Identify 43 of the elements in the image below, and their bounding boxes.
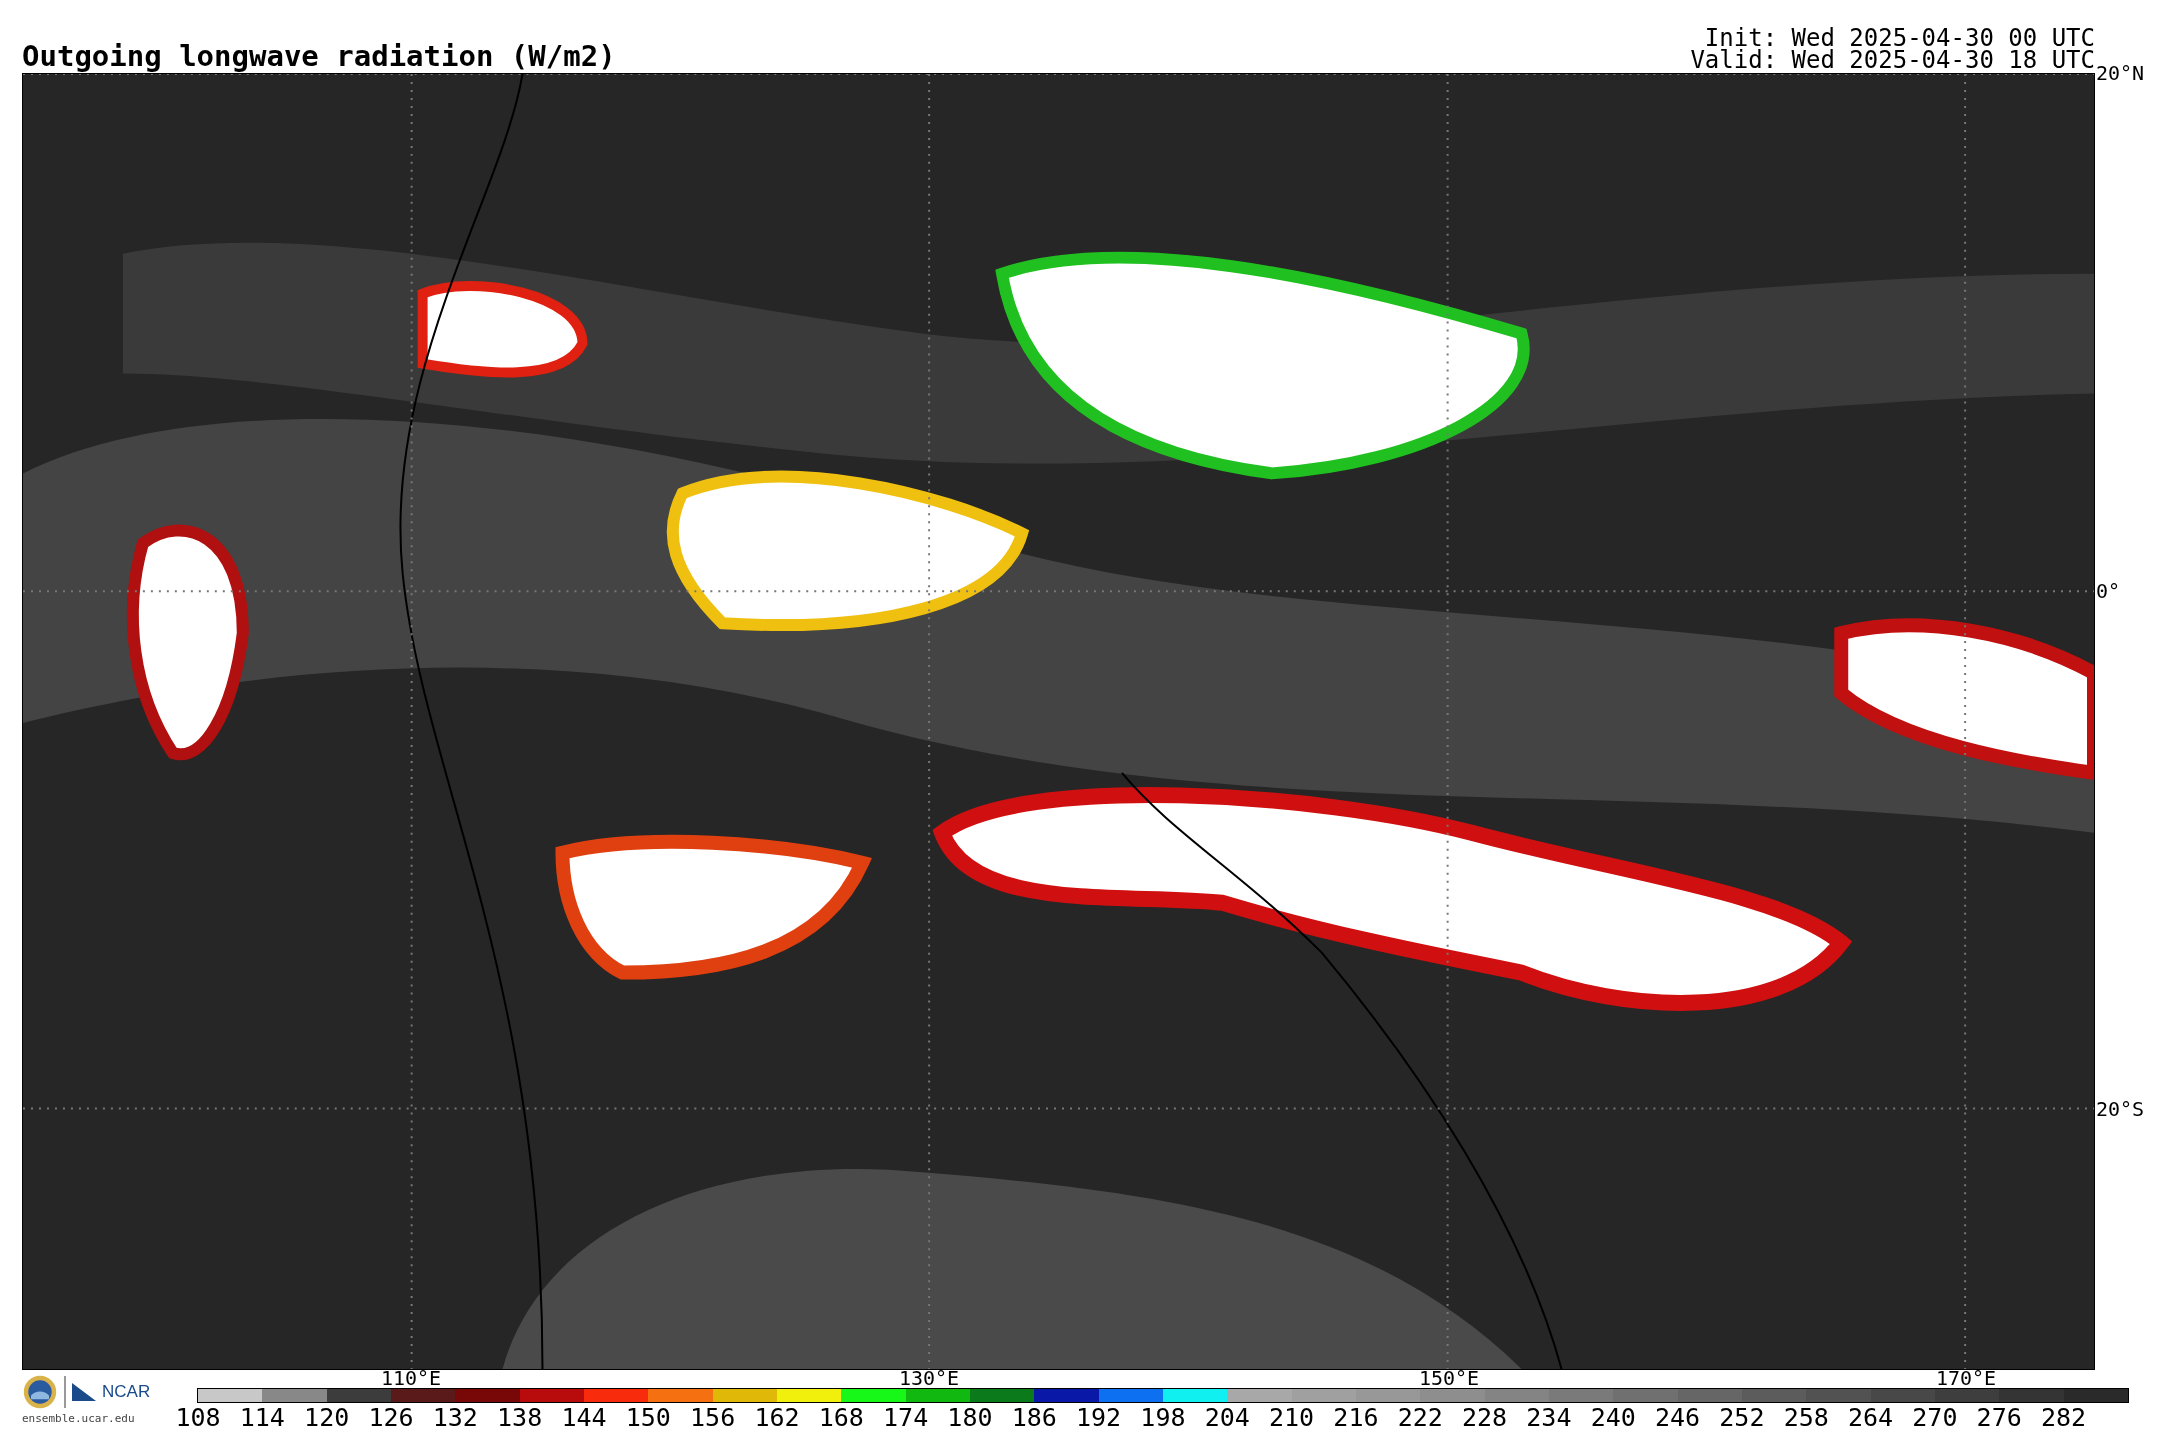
latitude-label: 0° xyxy=(2096,579,2121,603)
ncar-logo-icon xyxy=(72,1383,96,1401)
logo-text: NCAR xyxy=(102,1382,151,1402)
colorbar-tick-label: 186 xyxy=(1011,1404,1057,1432)
init-time: Init: Wed 2025-04-30 00 UTC xyxy=(1704,27,2095,49)
colorbar-tick-label: 162 xyxy=(754,1404,800,1432)
colorbar-tick-label: 252 xyxy=(1719,1404,1765,1432)
latitude-label: 20°S xyxy=(2096,1097,2145,1121)
colorbar-tick-label: 210 xyxy=(1269,1404,1315,1432)
colorbar-tick-label: 228 xyxy=(1462,1404,1508,1432)
seal-icon xyxy=(22,1374,58,1410)
longitude-label: 170°E xyxy=(1935,1368,1997,1388)
colorbar-tick-label: 114 xyxy=(239,1404,285,1432)
colorbar-tick-label: 264 xyxy=(1847,1404,1894,1432)
colorbar-tick-label: 234 xyxy=(1526,1404,1572,1432)
colorbar-tick-label: 132 xyxy=(432,1404,478,1432)
longitude-label: 150°E xyxy=(1418,1368,1480,1388)
colorbar-tick-label: 180 xyxy=(947,1404,993,1432)
colorbar-tick-label: 150 xyxy=(625,1404,671,1432)
chart-title: Outgoing longwave radiation (W/m2) xyxy=(22,40,616,73)
colorbar-tick-label: 108 xyxy=(175,1404,221,1432)
colorbar-tick-label: 156 xyxy=(690,1404,736,1432)
colorbar-tick-label: 258 xyxy=(1783,1404,1829,1432)
colorbar-tick-label: 168 xyxy=(818,1404,864,1432)
colorbar-tick-label: 204 xyxy=(1204,1404,1250,1432)
colorbar-tick-label: 198 xyxy=(1140,1404,1186,1432)
colorbar-tick-label: 282 xyxy=(2040,1404,2087,1432)
colorbar-tick-label: 276 xyxy=(1976,1404,2022,1432)
colorbar-tick-label: 174 xyxy=(883,1404,929,1432)
colorbar-tick-label: 192 xyxy=(1076,1404,1122,1432)
colorbar-tick-label: 138 xyxy=(497,1404,543,1432)
valid-time: Valid: Wed 2025-04-30 18 UTC xyxy=(1690,49,2095,71)
colorbar-tick-label: 120 xyxy=(304,1404,350,1432)
latitude-label: 20°N xyxy=(2096,61,2145,85)
longitude-label: 130°E xyxy=(898,1368,960,1388)
longitude-label: 110°E xyxy=(380,1368,442,1388)
colorbar-tick-label: 126 xyxy=(368,1404,414,1432)
colorbar-tick-label: 144 xyxy=(561,1404,607,1432)
colorbar-tick-label: 246 xyxy=(1654,1404,1701,1432)
colorbar-tick-label: 216 xyxy=(1333,1404,1379,1432)
colorbar-tick-label: 270 xyxy=(1912,1404,1958,1432)
colorbar-tick-label: 222 xyxy=(1397,1404,1443,1432)
colorbar-tick-label: 240 xyxy=(1590,1404,1636,1432)
